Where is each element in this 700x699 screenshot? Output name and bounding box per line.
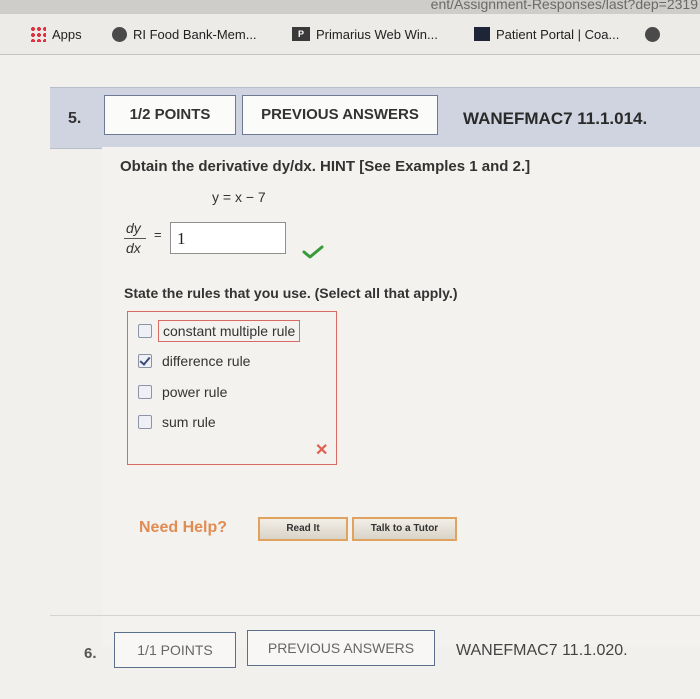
question-5-header: 5. 1/2 POINTS PREVIOUS ANSWERS WANEFMAC7…: [50, 87, 700, 149]
question-code: WANEFMAC7 11.1.020.: [456, 642, 628, 659]
question-number: 6.: [84, 645, 97, 662]
bookmarks-bar: Apps RI Food Bank-Mem... P Primarius Web…: [0, 14, 700, 55]
rule-option-constant-multiple[interactable]: constant multiple rule: [138, 320, 301, 342]
bookmark-label: Primarius Web Win...: [316, 26, 438, 42]
site-globe-icon: [112, 26, 127, 42]
primarius-logo-icon: P: [292, 27, 310, 41]
equals-sign: =: [154, 227, 162, 242]
assignment-page: 5. 1/2 POINTS PREVIOUS ANSWERS WANEFMAC7…: [0, 55, 700, 699]
need-help-label: Need Help?: [139, 519, 228, 536]
site-globe-icon: [645, 26, 660, 42]
bookmark-ri-food-bank[interactable]: RI Food Bank-Mem...: [112, 24, 257, 44]
derivative-denominator: dx: [126, 240, 141, 256]
points-box: 1/1 POINTS: [114, 632, 236, 668]
checkbox[interactable]: [138, 385, 152, 399]
read-it-button[interactable]: Read It: [258, 517, 348, 541]
fraction-bar: [124, 238, 146, 239]
question-number: 5.: [68, 110, 82, 127]
checkbox[interactable]: [138, 324, 152, 338]
bookmark-label: Apps: [52, 26, 82, 42]
rule-option-power[interactable]: power rule: [138, 381, 227, 403]
previous-answers-button[interactable]: PREVIOUS ANSWERS: [247, 630, 435, 666]
talk-to-tutor-button[interactable]: Talk to a Tutor: [352, 517, 457, 541]
incorrect-x-icon: ✕: [315, 442, 329, 459]
bookmark-primarius[interactable]: P Primarius Web Win...: [292, 24, 438, 44]
apps-grid-icon: [30, 26, 46, 42]
rule-option-difference[interactable]: difference rule: [138, 350, 250, 372]
derivative-numerator: dy: [126, 220, 141, 236]
rule-option-sum[interactable]: sum rule: [138, 411, 216, 433]
patient-portal-icon: [474, 27, 490, 41]
rule-label: difference rule: [162, 353, 251, 369]
url-text: ent/Assignment-Responses/last?dep=2319: [430, 0, 698, 12]
points-box: 1/2 POINTS: [104, 95, 236, 135]
bookmark-label: Patient Portal | Coa...: [496, 26, 620, 42]
rule-label: sum rule: [162, 414, 216, 430]
checkbox[interactable]: [138, 415, 152, 429]
derivative-answer-input[interactable]: 1: [170, 222, 286, 254]
equation: y = x − 7: [212, 189, 266, 205]
previous-answers-button[interactable]: PREVIOUS ANSWERS: [242, 95, 438, 135]
divider: [50, 615, 700, 616]
checkbox-checked[interactable]: [138, 354, 152, 368]
address-bar[interactable]: ent/Assignment-Responses/last?dep=2319: [0, 0, 700, 14]
question-prompt: Obtain the derivative dy/dx. HINT [See E…: [120, 158, 531, 175]
rules-checkbox-group: constant multiple rule difference rule p…: [127, 311, 337, 465]
bookmark-patient-portal[interactable]: Patient Portal | Coa...: [474, 24, 619, 44]
checkmark-icon: [302, 245, 324, 259]
question-5-body: Obtain the derivative dy/dx. HINT [See E…: [102, 147, 700, 647]
bookmark-apps[interactable]: Apps: [30, 24, 82, 44]
rules-prompt: State the rules that you use. (Select al…: [124, 285, 458, 301]
rule-label: constant multiple rule: [158, 320, 301, 342]
rule-label: power rule: [162, 384, 228, 400]
question-code: WANEFMAC7 11.1.014.: [463, 109, 648, 128]
bookmark-extra[interactable]: [645, 24, 660, 44]
bookmark-label: RI Food Bank-Mem...: [133, 26, 257, 42]
